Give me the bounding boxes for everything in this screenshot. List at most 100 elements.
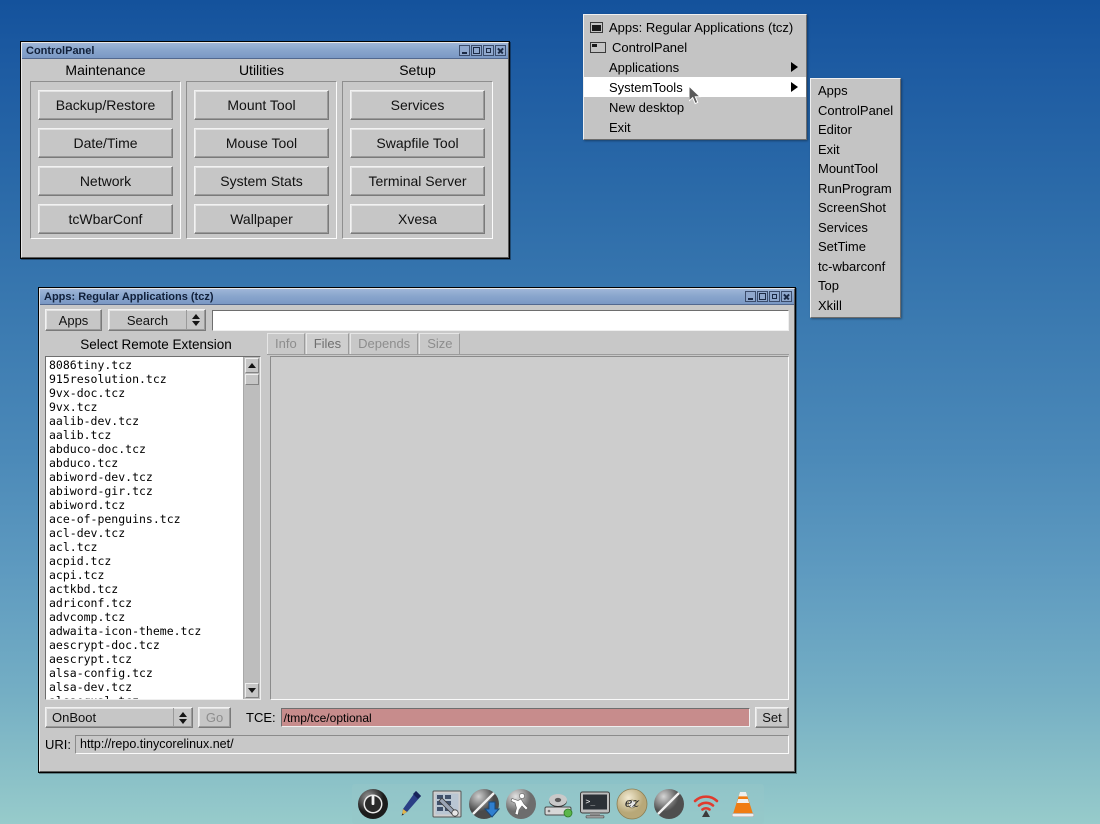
- close-button[interactable]: [781, 291, 792, 302]
- list-item[interactable]: acpid.tcz: [49, 554, 243, 568]
- uri-input[interactable]: http://repo.tinycorelinux.net/: [75, 734, 789, 754]
- close-button[interactable]: [495, 45, 506, 56]
- network-button[interactable]: Network: [38, 166, 173, 196]
- minimize-button[interactable]: [745, 291, 756, 302]
- list-item[interactable]: alsa-config.tcz: [49, 666, 243, 680]
- wifi-icon[interactable]: [690, 788, 722, 820]
- chevron-updown-icon[interactable]: [186, 310, 205, 330]
- maximize-button[interactable]: [471, 45, 482, 56]
- backup-restore-button[interactable]: Backup/Restore: [38, 90, 173, 120]
- scrollbar-thumb[interactable]: [245, 374, 259, 385]
- submenu-item-controlpanel[interactable]: ControlPanel: [811, 101, 900, 121]
- swapfile-tool-button[interactable]: Swapfile Tool: [350, 128, 485, 158]
- extension-list-scrollbar[interactable]: [243, 357, 260, 699]
- list-item[interactable]: 8086tiny.tcz: [49, 358, 243, 372]
- tab-files[interactable]: Files: [305, 333, 350, 354]
- submenu-item-screenshot[interactable]: ScreenShot: [811, 198, 900, 218]
- control-panel-titlebar[interactable]: ControlPanel: [22, 43, 508, 59]
- list-item[interactable]: acl.tcz: [49, 540, 243, 554]
- systemtools-submenu[interactable]: Apps ControlPanel Editor Exit MountTool RunPr…: [810, 78, 901, 318]
- ezremaster-icon[interactable]: ez: [616, 788, 648, 820]
- submenu-item-services[interactable]: Services: [811, 218, 900, 238]
- pen-icon[interactable]: [394, 788, 426, 820]
- go-button[interactable]: Go: [198, 707, 231, 728]
- wbar-dock[interactable]: >_ ez: [352, 784, 764, 824]
- list-item[interactable]: aescrypt-doc.tcz: [49, 638, 243, 652]
- submenu-item-runprogram[interactable]: RunProgram: [811, 179, 900, 199]
- list-item[interactable]: advcomp.tcz: [49, 610, 243, 624]
- apps-titlebar[interactable]: Apps: Regular Applications (tcz): [40, 289, 794, 305]
- set-button[interactable]: Set: [755, 707, 789, 728]
- wallpaper-button[interactable]: Wallpaper: [194, 204, 329, 234]
- maximize-button[interactable]: [757, 291, 768, 302]
- list-item[interactable]: 9vx.tcz: [49, 400, 243, 414]
- services-button[interactable]: Services: [350, 90, 485, 120]
- tce-path-input[interactable]: /tmp/tce/optional: [280, 708, 750, 727]
- list-item[interactable]: abduco-doc.tcz: [49, 442, 243, 456]
- menu-item-applications[interactable]: Applications: [584, 57, 806, 77]
- list-item[interactable]: actkbd.tcz: [49, 582, 243, 596]
- submenu-item-tc-wbarconf[interactable]: tc-wbarconf: [811, 257, 900, 277]
- power-icon[interactable]: [357, 788, 389, 820]
- submenu-item-xkill[interactable]: Xkill: [811, 296, 900, 316]
- menu-item-apps-window[interactable]: Apps: Regular Applications (tcz): [584, 17, 806, 37]
- list-item[interactable]: abiword-dev.tcz: [49, 470, 243, 484]
- submenu-item-mounttool[interactable]: MountTool: [811, 159, 900, 179]
- list-item[interactable]: alsa-dev.tcz: [49, 680, 243, 694]
- select-remote-extension-label: Select Remote Extension: [80, 337, 232, 352]
- search-input[interactable]: [212, 309, 789, 331]
- list-item[interactable]: adwaita-icon-theme.tcz: [49, 624, 243, 638]
- tab-depends[interactable]: Depends: [350, 333, 419, 354]
- list-item[interactable]: 9vx-doc.tcz: [49, 386, 243, 400]
- list-item[interactable]: acpi.tcz: [49, 568, 243, 582]
- apps-download-icon[interactable]: [468, 788, 500, 820]
- restore-button[interactable]: [483, 45, 494, 56]
- mount-tool-button[interactable]: Mount Tool: [194, 90, 329, 120]
- menu-item-exit[interactable]: Exit: [584, 117, 806, 137]
- submenu-item-editor[interactable]: Editor: [811, 120, 900, 140]
- install-mode-select[interactable]: OnBoot: [45, 707, 193, 728]
- root-menu[interactable]: Apps: Regular Applications (tcz) Control…: [583, 14, 807, 140]
- list-item[interactable]: abiword-gir.tcz: [49, 484, 243, 498]
- submenu-item-apps[interactable]: Apps: [811, 81, 900, 101]
- list-item[interactable]: aalib-dev.tcz: [49, 414, 243, 428]
- submenu-item-settime[interactable]: SetTime: [811, 237, 900, 257]
- scroll-up-icon[interactable]: [245, 358, 259, 373]
- terminal-server-button[interactable]: Terminal Server: [350, 166, 485, 196]
- extension-list[interactable]: 8086tiny.tcz 915resolution.tcz 9vx-doc.tcz…: [46, 357, 243, 699]
- tab-size[interactable]: Size: [419, 333, 461, 354]
- tab-info[interactable]: Info: [267, 333, 305, 354]
- minimize-button[interactable]: [459, 45, 470, 56]
- control-panel-icon[interactable]: [431, 788, 463, 820]
- apps-button[interactable]: Apps: [45, 309, 102, 331]
- list-item[interactable]: ace-of-penguins.tcz: [49, 512, 243, 526]
- disc-icon[interactable]: [653, 788, 685, 820]
- vlc-cone-icon[interactable]: [727, 788, 759, 820]
- submenu-item-exit[interactable]: Exit: [811, 140, 900, 160]
- date-time-button[interactable]: Date/Time: [38, 128, 173, 158]
- list-item[interactable]: acl-dev.tcz: [49, 526, 243, 540]
- mouse-tool-button[interactable]: Mouse Tool: [194, 128, 329, 158]
- menu-item-controlpanel-window[interactable]: ControlPanel: [584, 37, 806, 57]
- list-item[interactable]: aescrypt.tcz: [49, 652, 243, 666]
- list-item[interactable]: abiword.tcz: [49, 498, 243, 512]
- apps-window[interactable]: Apps: Regular Applications (tcz) Apps Se…: [38, 287, 796, 773]
- list-item[interactable]: aalib.tcz: [49, 428, 243, 442]
- mount-tool-icon[interactable]: [542, 788, 574, 820]
- xvesa-button[interactable]: Xvesa: [350, 204, 485, 234]
- list-item[interactable]: adriconf.tcz: [49, 596, 243, 610]
- list-item[interactable]: abduco.tcz: [49, 456, 243, 470]
- submenu-item-label: Exit: [818, 141, 840, 157]
- list-item[interactable]: 915resolution.tcz: [49, 372, 243, 386]
- tcwbarconf-button[interactable]: tcWbarConf: [38, 204, 173, 234]
- restore-button[interactable]: [769, 291, 780, 302]
- chevron-updown-icon[interactable]: [173, 708, 192, 727]
- terminal-icon[interactable]: >_: [579, 788, 611, 820]
- scroll-down-icon[interactable]: [245, 683, 259, 698]
- runprogram-icon[interactable]: [505, 788, 537, 820]
- search-mode-select[interactable]: Search: [108, 309, 206, 331]
- system-stats-button[interactable]: System Stats: [194, 166, 329, 196]
- control-panel-window[interactable]: ControlPanel Maintenance Backup/Restore …: [20, 41, 510, 259]
- submenu-item-top[interactable]: Top: [811, 276, 900, 296]
- list-item[interactable]: alsaequal.tcz: [49, 694, 243, 699]
